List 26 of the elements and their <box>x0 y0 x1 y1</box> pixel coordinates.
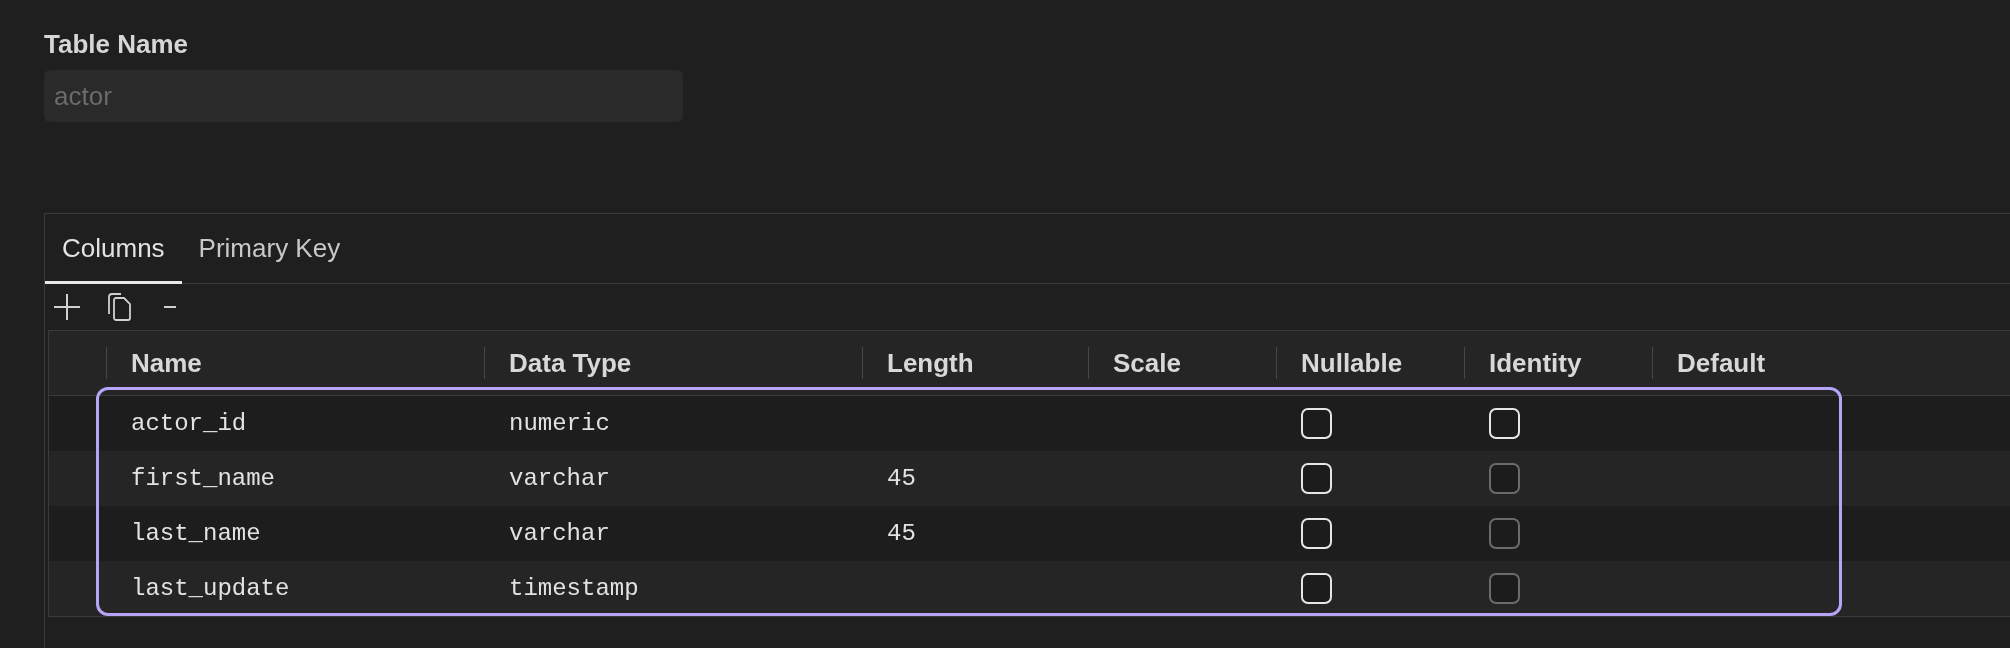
column-header: Data Type <box>509 347 632 379</box>
table-cell: last_name <box>131 518 261 549</box>
column-header: Default <box>1677 347 1766 379</box>
table-cell: last_update <box>131 573 290 604</box>
remove-button[interactable] <box>163 304 177 310</box>
duplicate-button[interactable] <box>106 292 133 322</box>
column-header: Name <box>131 347 202 379</box>
column-header: Nullable <box>1301 347 1403 379</box>
minus-icon <box>164 305 176 309</box>
table-cell: actor_id <box>131 408 247 439</box>
column-header: Identity <box>1489 347 1582 379</box>
column-header: Length <box>887 347 974 379</box>
column-header: Scale <box>1113 347 1181 379</box>
table-cell: 45 <box>887 518 916 549</box>
table-cell: 45 <box>887 463 916 494</box>
field-label: Table Name <box>44 28 188 60</box>
table-cell: first_name <box>131 463 276 494</box>
table-cell: varchar <box>509 463 610 494</box>
table-cell: numeric <box>509 408 610 439</box>
table-cell: varchar <box>509 518 610 549</box>
add-button[interactable] <box>53 293 81 321</box>
tab[interactable]: Columns <box>45 214 182 284</box>
table-cell: timestamp <box>509 573 639 604</box>
plus-icon <box>54 294 80 320</box>
tab[interactable]: Primary Key <box>181 214 358 284</box>
copy-icon <box>107 293 132 321</box>
